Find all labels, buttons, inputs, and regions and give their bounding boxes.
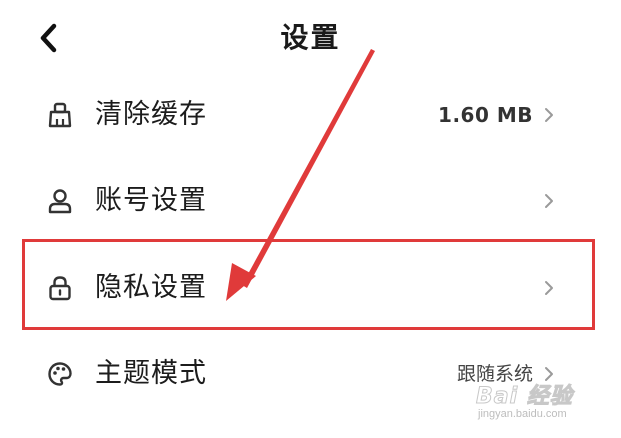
chevron-right-icon: [543, 279, 555, 297]
settings-item-label: 清除缓存: [95, 99, 207, 130]
page-title: 设置: [280, 21, 341, 54]
settings-item-account[interactable]: 账号设置: [22, 158, 597, 244]
chevron-right-icon: [543, 106, 555, 124]
settings-item-theme[interactable]: 主题模式 跟随系统: [22, 331, 597, 417]
user-icon: [46, 187, 74, 215]
palette-icon: [46, 360, 74, 388]
chevron-right-icon: [543, 365, 555, 383]
theme-mode-value: 跟随系统: [456, 363, 533, 385]
settings-item-label: 主题模式: [95, 358, 207, 389]
lock-icon: [46, 274, 74, 302]
top-bar: 设置: [0, 0, 621, 80]
settings-item-label: 隐私设置: [95, 272, 207, 303]
broom-icon: [46, 101, 74, 129]
cache-size-value: 1.60 MB: [438, 103, 533, 127]
chevron-right-icon: [543, 192, 555, 210]
settings-item-clear-cache[interactable]: 清除缓存 1.60 MB: [22, 72, 597, 158]
settings-item-label: 账号设置: [95, 185, 207, 216]
settings-item-privacy[interactable]: 隐私设置: [22, 245, 597, 331]
